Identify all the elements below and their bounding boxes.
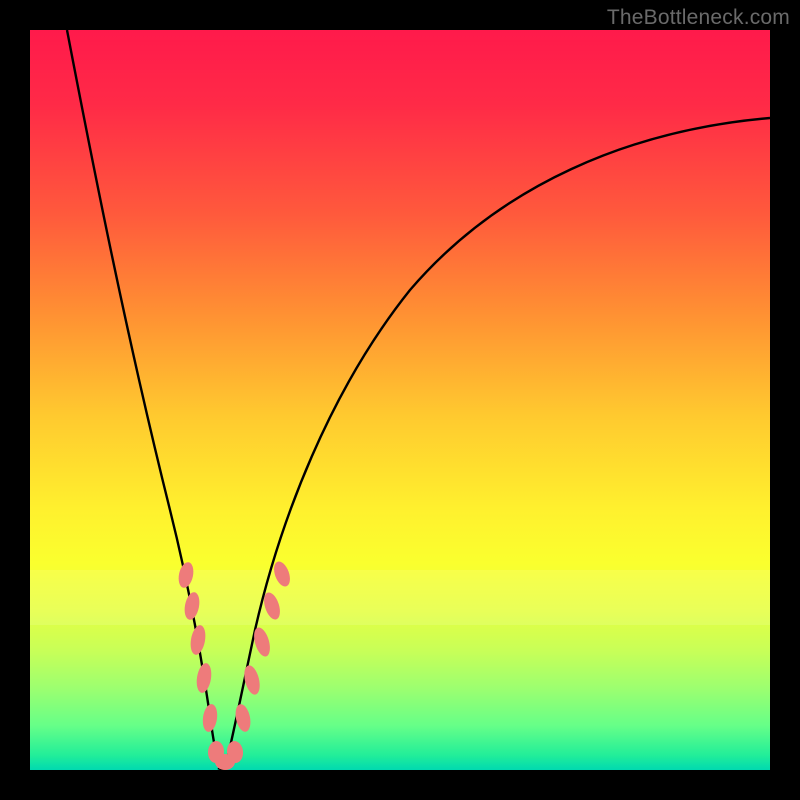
- marker-group: [176, 559, 293, 770]
- curve-right-branch: [225, 118, 770, 768]
- curve-left-branch: [67, 30, 220, 768]
- curve-layer: [30, 30, 770, 770]
- watermark-text: TheBottleneck.com: [607, 6, 790, 30]
- chart-area: [30, 30, 770, 770]
